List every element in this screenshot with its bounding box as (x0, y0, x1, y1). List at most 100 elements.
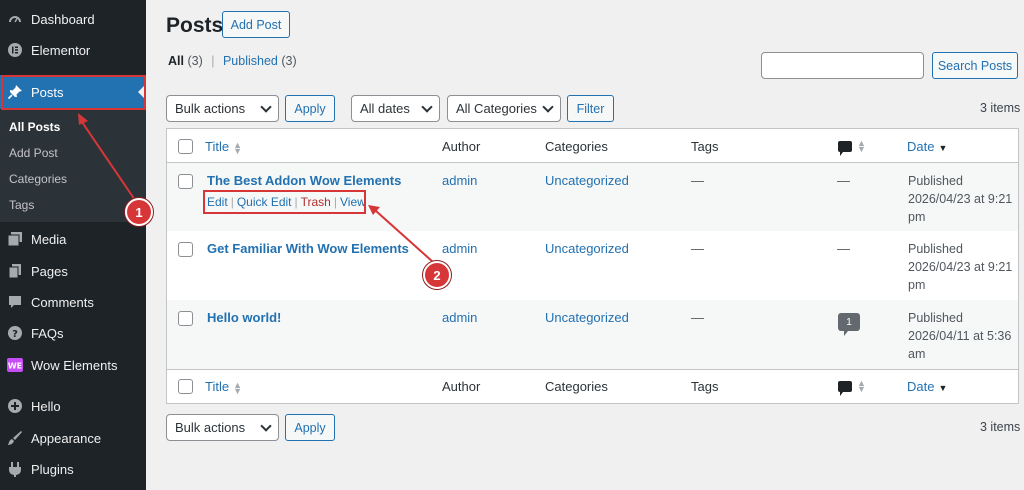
search-input[interactable] (761, 52, 924, 79)
table-header: Title ▲ ▼ Author Categories Tags ▲ ▼ Date ▼ (167, 129, 1018, 163)
items-count-top: 3 items (980, 101, 1021, 115)
apply-button-top[interactable]: Apply (285, 95, 335, 122)
categories-value: All Categories (456, 101, 537, 116)
status-filter-links: All (3) | Published (3) (168, 54, 297, 68)
post-category[interactable]: Uncategorized (545, 310, 629, 325)
post-time-suffix: am (908, 347, 926, 361)
column-author-bottom: Author (442, 379, 481, 394)
dates-select[interactable]: All dates (351, 95, 440, 122)
post-date: Published 2026/04/23 at 9:21 pm (908, 240, 1024, 294)
select-all-checkbox-bottom[interactable] (178, 379, 193, 394)
comment-count-bubble[interactable]: 1 (838, 313, 860, 336)
bulk-actions-value: Bulk actions (175, 420, 246, 435)
svg-text:WE: WE (8, 362, 22, 371)
column-categories: Categories (545, 139, 608, 154)
question-icon: ? (7, 325, 23, 341)
bulk-actions-select-top[interactable]: Bulk actions (166, 95, 279, 122)
submenu-add-post[interactable]: Add Post (9, 146, 58, 160)
post-datetime: 2026/04/23 at 9:21 (908, 192, 1013, 206)
post-category[interactable]: Uncategorized (545, 241, 629, 256)
menu-dashboard[interactable]: Dashboard (0, 2, 146, 36)
post-title-link[interactable]: Get Familiar With Wow Elements (207, 241, 409, 256)
column-date-bottom[interactable]: Date ▼ (907, 379, 947, 394)
apply-button-bottom[interactable]: Apply (285, 414, 335, 441)
chevron-down-icon (421, 101, 433, 113)
column-date-label: Date (907, 379, 935, 394)
add-post-button[interactable]: Add Post (222, 11, 290, 38)
menu-appearance[interactable]: Appearance (0, 421, 146, 455)
wow-elements-icon: WE (7, 357, 23, 373)
column-tags-bottom: Tags (691, 379, 719, 394)
post-date: Published 2026/04/11 at 5:36 am (908, 309, 1024, 363)
menu-faqs[interactable]: ? FAQs (0, 316, 146, 350)
menu-label: Elementor (31, 42, 91, 58)
submenu-tags[interactable]: Tags (9, 198, 34, 212)
dashboard-icon (7, 11, 23, 27)
post-tags: — (691, 310, 704, 325)
post-time-suffix: pm (908, 278, 926, 292)
comments-column-icon[interactable] (838, 141, 852, 156)
post-title-link[interactable]: Hello world! (207, 310, 281, 325)
categories-select[interactable]: All Categories (447, 95, 561, 122)
sort-icon: ▲ ▼ (233, 139, 242, 156)
table-row: Get Familiar With Wow Elements admin Unc… (167, 231, 1018, 300)
menu-wow-elements[interactable]: WE Wow Elements (0, 348, 146, 382)
column-date[interactable]: Date ▼ (907, 139, 947, 154)
menu-label: Pages (31, 263, 68, 279)
post-status: Published (908, 174, 963, 188)
post-tags: — (691, 173, 704, 188)
annotation-badge-1: 1 (125, 198, 153, 226)
post-comments: — (837, 241, 850, 256)
search-posts-button[interactable]: Search Posts (932, 52, 1018, 79)
sort-icon: ▲ ▼ (857, 378, 866, 394)
menu-label: Dashboard (31, 11, 95, 27)
table-footer: Title ▲ ▼ Author Categories Tags ▲ ▼ Date ▼ (167, 369, 1018, 403)
dates-value: All dates (360, 101, 410, 116)
post-comments: — (837, 173, 850, 188)
menu-label: Wow Elements (31, 357, 118, 373)
filter-published-count: (3) (281, 54, 297, 68)
post-category[interactable]: Uncategorized (545, 173, 629, 188)
filter-separator: | (211, 54, 215, 68)
post-title-link[interactable]: The Best Addon Wow Elements (207, 173, 401, 188)
svg-text:?: ? (12, 329, 18, 340)
items-count-bottom: 3 items (980, 420, 1021, 434)
annotation-highlight-posts (1, 75, 146, 110)
post-author[interactable]: admin (442, 173, 477, 188)
menu-hello[interactable]: Hello (0, 389, 146, 423)
elementor-icon (7, 42, 23, 58)
menu-pages[interactable]: Pages (0, 254, 146, 288)
row-checkbox[interactable] (178, 242, 193, 257)
sort-desc-icon: ▼ (938, 142, 948, 153)
submenu-all-posts[interactable]: All Posts (9, 120, 60, 134)
column-title-bottom[interactable]: Title ▲ ▼ (205, 379, 242, 395)
sort-desc-icon: ▼ (938, 382, 948, 393)
sort-icon: ▲ ▼ (857, 138, 866, 154)
column-title[interactable]: Title ▲ ▼ (205, 139, 242, 156)
filter-all-count: (3) (187, 54, 203, 68)
column-categories-bottom: Categories (545, 379, 608, 394)
bulk-actions-select-bottom[interactable]: Bulk actions (166, 414, 279, 441)
row-checkbox[interactable] (178, 174, 193, 189)
menu-elementor[interactable]: Elementor (0, 33, 146, 67)
plus-circle-icon (7, 398, 23, 414)
column-author: Author (442, 139, 481, 154)
row-checkbox[interactable] (178, 311, 193, 326)
submenu-categories[interactable]: Categories (9, 172, 67, 186)
filter-button[interactable]: Filter (567, 95, 614, 122)
brush-icon (7, 430, 23, 446)
menu-label: Comments (31, 294, 94, 310)
menu-comments[interactable]: Comments (0, 285, 146, 319)
comment-icon (7, 294, 23, 310)
menu-media[interactable]: Media (0, 222, 146, 256)
select-all-checkbox[interactable] (178, 139, 193, 154)
filter-all[interactable]: All (168, 54, 184, 68)
post-author[interactable]: admin (442, 310, 477, 325)
filter-published[interactable]: Published (223, 54, 278, 68)
comments-column-icon[interactable] (838, 381, 852, 396)
menu-plugins[interactable]: Plugins (0, 452, 146, 486)
posts-submenu: All Posts Add Post Categories Tags (0, 110, 146, 222)
menu-label: Appearance (31, 430, 102, 446)
chevron-down-icon (260, 420, 272, 432)
post-author[interactable]: admin (442, 241, 477, 256)
